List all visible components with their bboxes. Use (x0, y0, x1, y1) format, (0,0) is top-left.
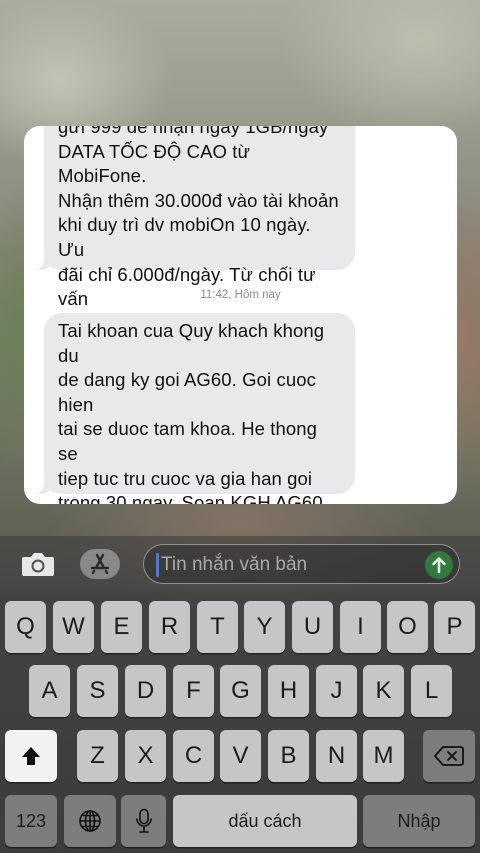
key-t[interactable]: T (197, 601, 238, 653)
message-text: Tai khoan cua Quy khach khong du de dang… (58, 320, 325, 504)
key-m[interactable]: M (363, 730, 404, 782)
microphone-icon (135, 808, 152, 833)
appstore-button[interactable] (80, 546, 120, 582)
appstore-icon (80, 549, 120, 579)
globe-key[interactable] (64, 795, 116, 847)
shift-icon (22, 747, 40, 765)
send-arrow-icon (432, 557, 446, 574)
key-a[interactable]: A (29, 665, 70, 717)
key-c[interactable]: C (173, 730, 214, 782)
camera-icon (22, 553, 54, 576)
key-o[interactable]: O (387, 601, 428, 653)
key-z[interactable]: Z (77, 730, 118, 782)
key-i[interactable]: I (340, 601, 381, 653)
text-cursor (156, 553, 159, 577)
key-p[interactable]: P (434, 601, 475, 653)
key-r[interactable]: R (149, 601, 190, 653)
space-key[interactable]: dấu cách (173, 795, 357, 847)
key-q[interactable]: Q (5, 601, 46, 653)
dictation-key[interactable] (121, 795, 166, 847)
key-v[interactable]: V (220, 730, 261, 782)
message-timestamp: 11:42, Hôm nay (24, 289, 457, 301)
return-key[interactable]: Nhập (363, 795, 475, 847)
key-d[interactable]: D (125, 665, 166, 717)
message-text: gửi 999 để nhận ngay 1GB/ngày DATA TỐC Đ… (58, 126, 339, 334)
key-s[interactable]: S (77, 665, 118, 717)
key-u[interactable]: U (292, 601, 333, 653)
message-thread-card: gửi 999 để nhận ngay 1GB/ngày DATA TỐC Đ… (24, 126, 457, 504)
timestamp-day: Hôm nay (234, 289, 281, 301)
message-bubble: Tai khoan cua Quy khach khong du de dang… (34, 313, 355, 504)
timestamp-time: 11:42, (200, 289, 232, 301)
message-bubble: gửi 999 để nhận ngay 1GB/ngày DATA TỐC Đ… (34, 126, 355, 334)
input-placeholder: Tin nhắn văn bản (161, 554, 308, 575)
message-text-field[interactable]: Tin nhắn văn bản (143, 544, 460, 584)
shift-key[interactable] (5, 730, 57, 782)
key-h[interactable]: H (268, 665, 309, 717)
key-e[interactable]: E (101, 601, 142, 653)
key-x[interactable]: X (125, 730, 166, 782)
key-g[interactable]: G (220, 665, 261, 717)
key-j[interactable]: J (316, 665, 357, 717)
key-w[interactable]: W (53, 601, 94, 653)
backspace-icon (434, 746, 464, 766)
send-button[interactable] (425, 551, 453, 579)
key-l[interactable]: L (411, 665, 452, 717)
key-b[interactable]: B (268, 730, 309, 782)
message-input-bar: Tin nhắn văn bản (0, 536, 480, 592)
camera-button[interactable] (18, 546, 58, 582)
backspace-key[interactable] (423, 730, 475, 782)
globe-icon (79, 810, 101, 832)
key-y[interactable]: Y (244, 601, 285, 653)
key-f[interactable]: F (173, 665, 214, 717)
numbers-key[interactable]: 123 (5, 795, 57, 847)
key-k[interactable]: K (363, 665, 404, 717)
key-n[interactable]: N (316, 730, 357, 782)
keyboard: Q W E R T Y U I O P A S D F G H J K L Z … (0, 592, 480, 853)
